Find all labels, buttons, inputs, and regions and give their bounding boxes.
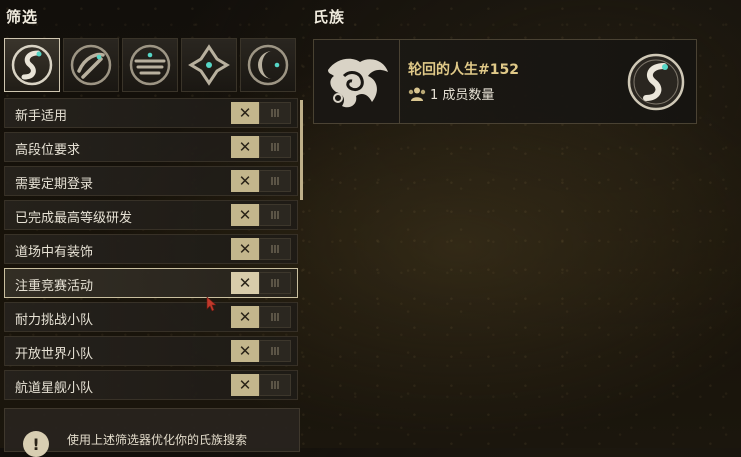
moon-symbol-icon <box>627 53 685 111</box>
filter-list: 新手适用 ✕ 高段位要求 ✕ 需要定期登录 ✕ 已完成最高等级研发 ✕ 道场中有… <box>4 98 298 404</box>
filter-label: 已完成最高等级研发 <box>15 211 133 226</box>
filter-row-max-research[interactable]: 已完成最高等级研发 ✕ <box>4 200 298 230</box>
symbol-tab-row <box>4 38 296 92</box>
filter-row-competitive-events[interactable]: 注重竞赛活动 ✕ <box>4 268 298 298</box>
grip-icon <box>271 245 279 253</box>
clan-panel-title: 氏族 <box>313 8 346 26</box>
filter-row-railjack-squad[interactable]: 航道星舰小队 ✕ <box>4 370 298 400</box>
toggle-on-segment <box>259 136 291 158</box>
filter-label: 航道星舰小队 <box>15 381 94 396</box>
filter-panel-title: 筛选 <box>6 8 39 26</box>
hint-text: 使用上述筛选器优化你的氏族搜索 <box>67 433 248 447</box>
clan-member-count-text: 1 成员数量 <box>430 88 495 103</box>
filter-hint-box: ! 使用上述筛选器优化你的氏族搜索 <box>4 408 300 457</box>
storm-symbol-icon <box>188 44 230 86</box>
clan-name: 轮回的人生#152 <box>408 62 519 78</box>
clan-result-card[interactable]: 轮回的人生#152 1 成员数量 <box>313 39 697 124</box>
toggle-on-segment <box>259 102 291 124</box>
sun-symbol-icon <box>70 44 112 86</box>
moon-symbol-icon <box>11 44 53 86</box>
toggle-on-segment <box>259 306 291 328</box>
filter-toggle[interactable]: ✕ <box>231 102 291 124</box>
toggle-on-segment <box>259 204 291 226</box>
grip-icon <box>271 143 279 151</box>
filter-list-scrollbar[interactable] <box>300 100 303 200</box>
filter-toggle[interactable]: ✕ <box>231 238 291 260</box>
filter-toggle[interactable]: ✕ <box>231 204 291 226</box>
filter-label: 耐力挑战小队 <box>15 313 94 328</box>
toggle-off-x-icon: ✕ <box>231 374 259 396</box>
clan-member-count: 1 成员数量 <box>408 84 494 103</box>
toggle-on-segment <box>259 340 291 362</box>
symbol-tab-sun[interactable] <box>63 38 119 92</box>
grip-icon <box>271 211 279 219</box>
info-alert-icon: ! <box>23 431 49 457</box>
toggle-on-segment <box>259 238 291 260</box>
toggle-off-x-icon: ✕ <box>231 238 259 260</box>
grip-icon <box>271 109 279 117</box>
grip-icon <box>271 381 279 389</box>
symbol-tab-moon[interactable] <box>4 38 60 92</box>
filter-row-regular-login[interactable]: 需要定期登录 ✕ <box>4 166 298 196</box>
filter-row-dojo-decorations[interactable]: 道场中有装饰 ✕ <box>4 234 298 264</box>
members-icon <box>408 87 426 101</box>
filter-toggle[interactable]: ✕ <box>231 272 291 294</box>
grip-icon <box>271 347 279 355</box>
clan-emblem-icon <box>327 58 388 107</box>
filter-row-high-rank[interactable]: 高段位要求 ✕ <box>4 132 298 162</box>
filter-row-beginner[interactable]: 新手适用 ✕ <box>4 98 298 128</box>
toggle-on-segment <box>259 272 291 294</box>
toggle-off-x-icon: ✕ <box>231 170 259 192</box>
filter-toggle[interactable]: ✕ <box>231 136 291 158</box>
toggle-off-x-icon: ✕ <box>231 306 259 328</box>
symbol-tab-storm[interactable] <box>181 38 237 92</box>
toggle-on-segment <box>259 170 291 192</box>
void-symbol-icon <box>129 44 171 86</box>
filter-row-endurance-squad[interactable]: 耐力挑战小队 ✕ <box>4 302 298 332</box>
toggle-off-x-icon: ✕ <box>231 204 259 226</box>
toggle-on-segment <box>259 374 291 396</box>
filter-label: 需要定期登录 <box>15 177 94 192</box>
toggle-off-x-icon: ✕ <box>231 340 259 362</box>
symbol-tab-void[interactable] <box>122 38 178 92</box>
filter-label: 开放世界小队 <box>15 347 94 362</box>
filter-toggle[interactable]: ✕ <box>231 170 291 192</box>
grip-icon <box>271 279 279 287</box>
filter-toggle[interactable]: ✕ <box>231 374 291 396</box>
mouse-cursor-icon <box>206 296 216 312</box>
clan-emblem <box>314 40 400 123</box>
filter-toggle[interactable]: ✕ <box>231 340 291 362</box>
filter-label: 高段位要求 <box>15 143 81 158</box>
grip-icon <box>271 177 279 185</box>
toggle-off-x-icon: ✕ <box>231 102 259 124</box>
filter-label: 道场中有装饰 <box>15 245 94 260</box>
filter-label: 注重竞赛活动 <box>15 279 94 294</box>
toggle-off-x-icon: ✕ <box>231 272 259 294</box>
filter-toggle[interactable]: ✕ <box>231 306 291 328</box>
lunar-crescent-symbol-icon <box>247 44 289 86</box>
filter-label: 新手适用 <box>15 109 68 124</box>
symbol-tab-lunar[interactable] <box>240 38 296 92</box>
filter-row-open-world-squad[interactable]: 开放世界小队 ✕ <box>4 336 298 366</box>
grip-icon <box>271 313 279 321</box>
toggle-off-x-icon: ✕ <box>231 136 259 158</box>
